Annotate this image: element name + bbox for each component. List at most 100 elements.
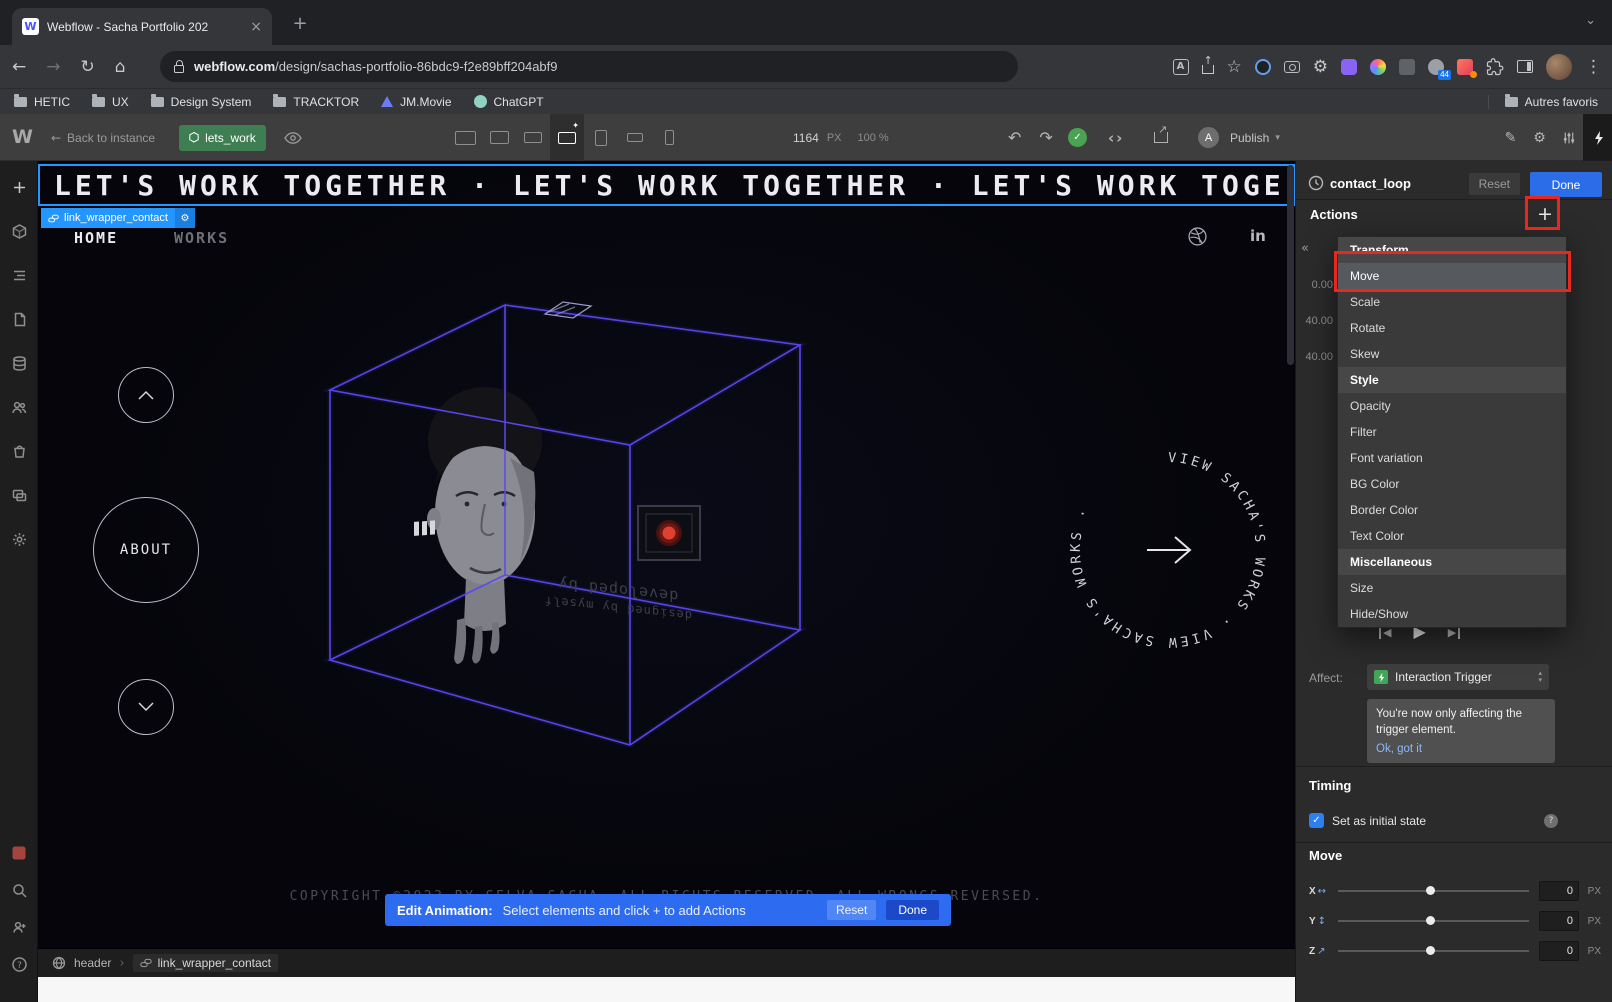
users-icon[interactable] [0, 392, 38, 422]
actions-menu-item-rotate[interactable]: Rotate [1338, 315, 1566, 341]
breadcrumb-selected[interactable]: link_wrapper_contact [133, 954, 278, 972]
share-export-icon[interactable] [1154, 132, 1168, 143]
canvas-scrollbar-thumb[interactable] [1287, 165, 1294, 365]
profile-avatar[interactable] [1546, 54, 1572, 80]
timeline-collapse-icon[interactable] [1301, 240, 1309, 256]
edit-animation-reset-button[interactable]: Reset [827, 900, 876, 920]
extension-avatar-icon[interactable]: 44 [1428, 59, 1444, 75]
bookmark-item[interactable]: JM.Movie [381, 95, 451, 109]
y-axis-slider[interactable] [1338, 920, 1529, 922]
pages-icon[interactable] [0, 304, 38, 334]
assets-icon[interactable] [0, 480, 38, 510]
search-icon[interactable] [0, 875, 38, 905]
webflow-logo[interactable] [12, 126, 33, 149]
actions-menu-item-text-color[interactable]: Text Color [1338, 523, 1566, 549]
bookmark-item[interactable]: Design System [151, 95, 252, 109]
x-axis-slider[interactable] [1338, 890, 1529, 892]
actions-menu-item-opacity[interactable]: Opacity [1338, 393, 1566, 419]
actions-menu-item-filter[interactable]: Filter [1338, 419, 1566, 445]
actions-menu-item-hide-show[interactable]: Hide/Show [1338, 601, 1566, 627]
preview-eye-icon[interactable] [284, 132, 302, 144]
tab-close-icon[interactable] [250, 18, 262, 35]
breakpoint-desktop-icon[interactable] [516, 114, 550, 161]
share-icon[interactable] [1202, 65, 1214, 74]
back-icon[interactable] [12, 57, 26, 77]
navigator-icon[interactable] [0, 260, 38, 290]
new-tab-button[interactable] [288, 12, 312, 36]
project-settings-gear-icon[interactable] [0, 524, 38, 554]
scroll-down-button[interactable] [118, 679, 174, 735]
trigger-notice-dismiss-link[interactable]: Ok, got it [1376, 743, 1546, 755]
interactions-panel-tab-lightning-icon[interactable] [1583, 114, 1612, 161]
help-icon[interactable]: ? [0, 949, 38, 979]
breakpoint-canvas-default-icon[interactable] [550, 114, 584, 161]
dribbble-icon[interactable] [1188, 227, 1207, 251]
z-axis-slider[interactable] [1338, 950, 1529, 952]
translate-icon[interactable] [1173, 59, 1189, 75]
extension-pinwheel-icon[interactable] [1370, 59, 1386, 75]
bookmark-star-icon[interactable] [1227, 57, 1242, 77]
extension-dark-icon[interactable] [1399, 59, 1415, 75]
element-settings-gear-icon[interactable] [175, 208, 195, 228]
style-manager-tab-sliders-icon[interactable] [1554, 114, 1583, 161]
ecommerce-bag-icon[interactable] [0, 436, 38, 466]
export-code-icon[interactable] [1108, 114, 1124, 161]
y-axis-value-input[interactable]: 0 [1539, 911, 1579, 931]
reload-icon[interactable] [81, 57, 95, 77]
style-panel-tab-brush-icon[interactable] [1496, 114, 1525, 161]
selected-marquee-element[interactable]: LET'S WORK TOGETHER · LET'S WORK TOGETHE… [38, 164, 1295, 206]
about-button[interactable]: ABOUT [93, 497, 199, 603]
redo-icon[interactable] [1039, 128, 1052, 148]
breakpoint-phone-icon[interactable] [652, 114, 686, 161]
add-elements-icon[interactable] [0, 172, 38, 202]
zoom-level[interactable]: 100 % [858, 132, 889, 144]
tab-search-chevron-icon[interactable] [1585, 12, 1596, 28]
x-axis-value-input[interactable]: 0 [1539, 881, 1579, 901]
other-bookmarks[interactable]: Autres favoris [1488, 95, 1598, 109]
actions-menu-item-size[interactable]: Size [1338, 575, 1566, 601]
forward-icon[interactable] [46, 57, 60, 77]
bookmark-item[interactable]: HETIC [14, 95, 70, 109]
settings-panel-tab-gear-icon[interactable] [1525, 114, 1554, 161]
actions-menu-item-border-color[interactable]: Border Color [1338, 497, 1566, 523]
breakpoint-desktop-xl-icon[interactable] [448, 114, 482, 161]
site-nav-works[interactable]: WORKS [174, 229, 229, 247]
video-record-icon[interactable] [0, 838, 38, 868]
actions-menu-item-skew[interactable]: Skew [1338, 341, 1566, 367]
breakpoint-desktop-large-icon[interactable] [482, 114, 516, 161]
extension-purple-icon[interactable] [1341, 59, 1357, 75]
animation-done-button[interactable]: Done [1530, 172, 1602, 197]
bookmark-item[interactable]: ChatGPT [474, 95, 544, 109]
view-works-dial[interactable]: VIEW SACHA'S WORKS · VIEW SACHA'S WORKS … [1053, 435, 1283, 665]
edit-animation-done-button[interactable]: Done [886, 900, 939, 920]
affect-select[interactable]: Interaction Trigger [1367, 664, 1549, 690]
actions-menu-item-font-variation[interactable]: Font variation [1338, 445, 1566, 471]
symbols-cube-icon[interactable] [0, 216, 38, 246]
address-bar[interactable]: webflow.com/design/sachas-portfolio-86bd… [160, 51, 1018, 82]
linkedin-icon[interactable] [1250, 227, 1266, 245]
extension-camera-icon[interactable] [1284, 61, 1300, 73]
cms-database-icon[interactable] [0, 348, 38, 378]
actions-menu-item-bg-color[interactable]: BG Color [1338, 471, 1566, 497]
x-slider-handle[interactable] [1426, 886, 1435, 895]
help-tooltip-icon[interactable] [1544, 814, 1558, 828]
bookmark-item[interactable]: UX [92, 95, 129, 109]
y-slider-handle[interactable] [1426, 916, 1435, 925]
back-to-instance-button[interactable]: Back to instance [51, 131, 155, 145]
extension-pen-icon[interactable] [1457, 59, 1473, 75]
breakpoint-phone-landscape-icon[interactable] [618, 114, 652, 161]
extension-ring-icon[interactable] [1255, 59, 1271, 75]
extensions-puzzle-icon[interactable] [1486, 58, 1504, 76]
side-panel-icon[interactable] [1517, 60, 1533, 73]
account-avatar[interactable]: A [1198, 127, 1219, 148]
browser-menu-icon[interactable] [1585, 57, 1602, 77]
breadcrumb-root[interactable]: header [74, 956, 111, 970]
z-axis-value-input[interactable]: 0 [1539, 941, 1579, 961]
home-icon[interactable] [115, 57, 126, 77]
breakpoint-tablet-icon[interactable] [584, 114, 618, 161]
bookmark-item[interactable]: TRACKTOR [273, 95, 359, 109]
actions-menu-item-scale[interactable]: Scale [1338, 289, 1566, 315]
selected-element-tag[interactable]: link_wrapper_contact [41, 208, 195, 228]
design-canvas[interactable]: LET'S WORK TOGETHER · LET'S WORK TOGETHE… [38, 161, 1295, 948]
scroll-up-button[interactable] [118, 367, 174, 423]
